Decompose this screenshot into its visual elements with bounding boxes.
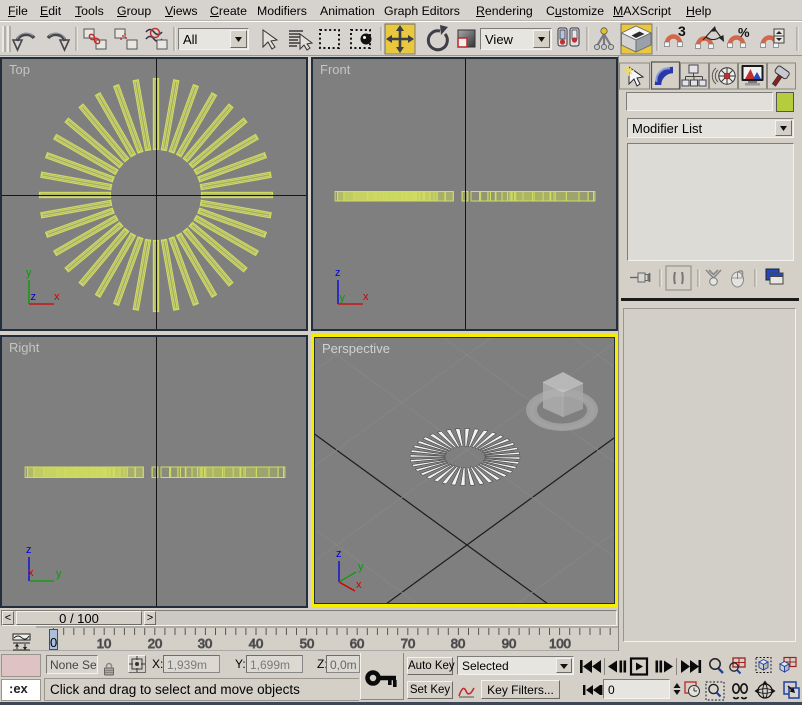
svg-text:y: y <box>358 561 364 573</box>
svg-text:z: z <box>26 544 32 556</box>
svg-text:%: % <box>738 25 750 40</box>
svg-text:80: 80 <box>451 636 465 651</box>
svg-text:y: y <box>340 292 346 304</box>
svg-text:x: x <box>54 291 60 303</box>
svg-text:x: x <box>356 579 362 591</box>
svg-text:40: 40 <box>249 636 263 651</box>
svg-text:z: z <box>31 291 37 303</box>
svg-text:70: 70 <box>401 636 415 651</box>
svg-text:y: y <box>26 267 32 279</box>
svg-text:z: z <box>336 548 342 560</box>
svg-text:20: 20 <box>148 636 162 651</box>
svg-text:x: x <box>363 291 369 303</box>
svg-text:60: 60 <box>350 636 364 651</box>
svg-text:x: x <box>28 567 34 579</box>
svg-text:50: 50 <box>300 636 314 651</box>
svg-text:10: 10 <box>97 636 111 651</box>
svg-text:90: 90 <box>502 636 516 651</box>
svg-text:3: 3 <box>678 23 686 39</box>
svg-text:30: 30 <box>198 636 212 651</box>
svg-text:z: z <box>335 267 341 279</box>
svg-text:y: y <box>56 568 62 580</box>
svg-text:100: 100 <box>549 636 571 651</box>
